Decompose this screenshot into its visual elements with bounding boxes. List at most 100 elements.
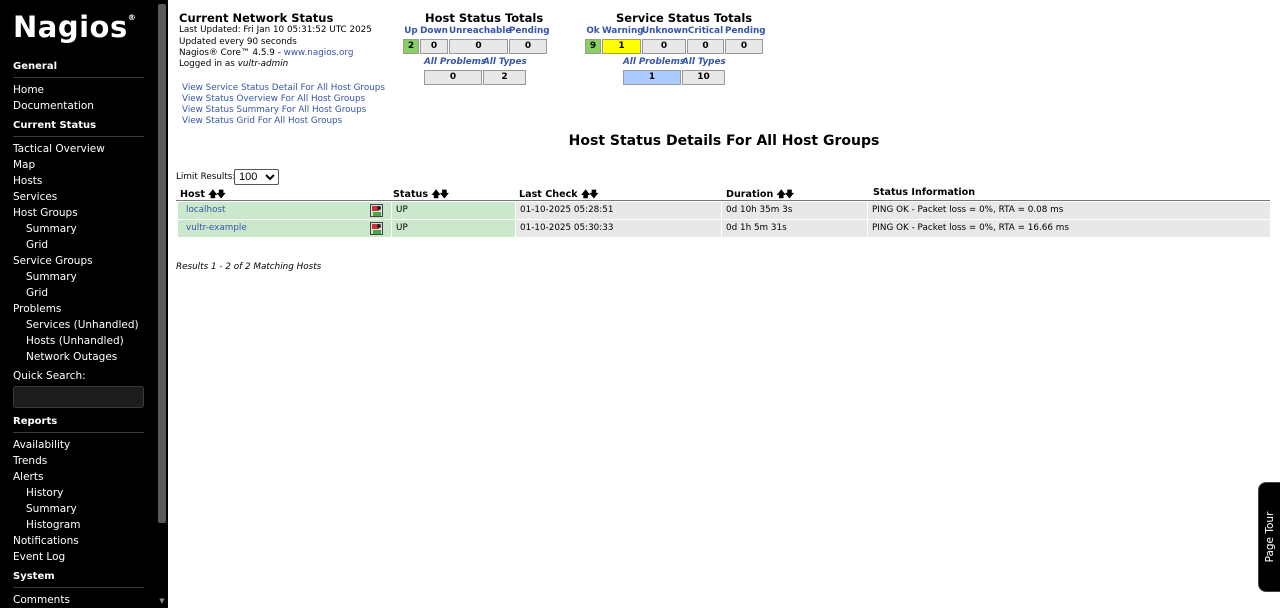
nav-map[interactable]: Map xyxy=(13,159,35,171)
nav-service-groups[interactable]: Service Groups xyxy=(13,255,93,267)
username: vultr-admin xyxy=(237,59,289,69)
host-link[interactable]: vultr-example xyxy=(186,223,247,233)
svc-count-pending[interactable]: 0 xyxy=(725,39,763,54)
svc-count-all-types[interactable]: 10 xyxy=(682,70,725,85)
last-check-cell: 01-10-2025 05:30:33 xyxy=(516,220,721,237)
core-version: Nagios® Core™ 4.5.9 - www.nagios.org xyxy=(179,48,354,58)
nav-comments[interactable]: Comments xyxy=(13,594,70,606)
link-service-detail[interactable]: View Service Status Detail For All Host … xyxy=(182,83,385,93)
scroll-down-arrow-icon[interactable]: ▼ xyxy=(158,597,166,605)
svc-th-critical[interactable]: Critical xyxy=(687,26,724,36)
quick-search-label: Quick Search: xyxy=(13,370,86,382)
update-interval: Updated every 90 seconds xyxy=(179,37,297,47)
duration-cell: 0d 10h 35m 3s xyxy=(722,202,867,219)
sidebar-scrollbar[interactable] xyxy=(158,4,166,523)
nav-alerts-history[interactable]: History xyxy=(26,487,63,499)
host-graph-icon[interactable] xyxy=(370,222,383,235)
host-count-all-problems[interactable]: 0 xyxy=(424,70,482,85)
nav-tactical-overview[interactable]: Tactical Overview xyxy=(13,143,105,155)
host-count-down[interactable]: 0 xyxy=(420,39,448,54)
nav-services-unhandled[interactable]: Services (Unhandled) xyxy=(26,319,139,331)
svc-count-all-problems[interactable]: 1 xyxy=(623,70,681,85)
quick-search-input[interactable] xyxy=(13,386,144,408)
host-th-down[interactable]: Down xyxy=(420,26,448,36)
nav-notifications[interactable]: Notifications xyxy=(13,535,79,547)
host-count-up[interactable]: 2 xyxy=(403,39,419,54)
host-details-title: Host Status Details For All Host Groups xyxy=(568,133,880,149)
nav-alerts[interactable]: Alerts xyxy=(13,471,43,483)
nav-event-log[interactable]: Event Log xyxy=(13,551,65,563)
host-th-up[interactable]: Up xyxy=(403,26,419,36)
svc-th-unknown[interactable]: Unknown xyxy=(642,26,688,36)
nav-alerts-histogram[interactable]: Histogram xyxy=(26,519,80,531)
limit-results-label: Limit Results: xyxy=(176,172,236,182)
nav-service-groups-summary[interactable]: Summary xyxy=(26,271,77,283)
status-info-cell: PING OK - Packet loss = 0%, RTA = 16.66 … xyxy=(868,220,1270,237)
nav-network-outages[interactable]: Network Outages xyxy=(26,351,117,363)
page-tour-button[interactable]: Page Tour xyxy=(1258,482,1280,592)
svc-th-ok[interactable]: Ok xyxy=(585,26,601,36)
sidebar: Nagios® General Home Documentation Curre… xyxy=(0,0,168,608)
last-updated: Last Updated: Fri Jan 10 05:31:52 UTC 20… xyxy=(179,25,372,35)
nav-documentation[interactable]: Documentation xyxy=(13,100,94,112)
nav-availability[interactable]: Availability xyxy=(13,439,70,451)
host-th-pending[interactable]: Pending xyxy=(509,26,550,36)
section-system: System xyxy=(13,571,144,588)
duration-cell: 0d 1h 5m 31s xyxy=(722,220,867,237)
svc-th-all-types[interactable]: All Types xyxy=(682,57,726,67)
host-th-all-types[interactable]: All Types xyxy=(483,57,527,67)
host-th-all-problems[interactable]: All Problems xyxy=(424,57,486,67)
link-status-grid[interactable]: View Status Grid For All Host Groups xyxy=(182,116,342,126)
nav-service-groups-grid[interactable]: Grid xyxy=(26,287,48,299)
host-link[interactable]: localhost xyxy=(186,205,226,215)
host-cell: localhost xyxy=(178,202,391,219)
nagios-org-link[interactable]: www.nagios.org xyxy=(284,48,354,58)
sort-duration-icon[interactable]: 🡅🡇 xyxy=(777,190,794,200)
page-title: Current Network Status xyxy=(179,11,334,25)
svc-th-warning[interactable]: Warning xyxy=(602,26,644,36)
nav-host-groups[interactable]: Host Groups xyxy=(13,207,78,219)
header-divider xyxy=(176,200,1270,201)
sort-host-icon[interactable]: 🡅🡇 xyxy=(208,190,225,200)
nav-hosts-unhandled[interactable]: Hosts (Unhandled) xyxy=(26,335,124,347)
sort-last-check-icon[interactable]: 🡅🡇 xyxy=(581,190,598,200)
sort-status-icon[interactable]: 🡅🡇 xyxy=(431,190,448,200)
nav-host-groups-summary[interactable]: Summary xyxy=(26,223,77,235)
link-status-overview[interactable]: View Status Overview For All Host Groups xyxy=(182,94,365,104)
svc-count-unknown[interactable]: 0 xyxy=(642,39,686,54)
nav-services[interactable]: Services xyxy=(13,191,57,203)
svc-count-critical[interactable]: 0 xyxy=(687,39,724,54)
main-content: Current Network Status Last Updated: Fri… xyxy=(168,0,1280,608)
nav-trends[interactable]: Trends xyxy=(13,455,47,467)
host-count-all-types[interactable]: 2 xyxy=(483,70,526,85)
nav-alerts-summary[interactable]: Summary xyxy=(26,503,77,515)
results-summary: Results 1 - 2 of 2 Matching Hosts xyxy=(176,262,322,272)
host-cell: vultr-example xyxy=(178,220,391,237)
logged-in-as: Logged in as vultr-admin xyxy=(179,59,289,69)
section-general: General xyxy=(13,61,144,78)
host-count-pending[interactable]: 0 xyxy=(509,39,547,54)
nav-problems[interactable]: Problems xyxy=(13,303,61,315)
status-cell: UP xyxy=(392,202,515,219)
section-current-status: Current Status xyxy=(13,120,144,137)
svc-th-pending[interactable]: Pending xyxy=(725,26,766,36)
host-count-unreachable[interactable]: 0 xyxy=(449,39,508,54)
link-status-summary[interactable]: View Status Summary For All Host Groups xyxy=(182,105,366,115)
section-reports: Reports xyxy=(13,416,144,433)
nav-host-groups-grid[interactable]: Grid xyxy=(26,239,48,251)
last-check-cell: 01-10-2025 05:28:51 xyxy=(516,202,721,219)
host-th-unreachable[interactable]: Unreachable xyxy=(449,26,511,36)
service-totals-title: Service Status Totals xyxy=(616,11,753,25)
status-cell: UP xyxy=(392,220,515,237)
nav-home[interactable]: Home xyxy=(13,84,44,96)
host-totals-title: Host Status Totals xyxy=(425,11,544,25)
nagios-logo[interactable]: Nagios® xyxy=(13,10,136,44)
nav-hosts[interactable]: Hosts xyxy=(13,175,42,187)
svc-count-warning[interactable]: 1 xyxy=(602,39,641,54)
status-info-cell: PING OK - Packet loss = 0%, RTA = 0.08 m… xyxy=(868,202,1270,219)
svc-th-all-problems[interactable]: All Problems xyxy=(623,57,685,67)
limit-results-select[interactable]: 100 xyxy=(234,169,279,185)
table-row: localhost UP 01-10-2025 05:28:51 0d 10h … xyxy=(176,202,1270,219)
host-graph-icon[interactable] xyxy=(370,204,383,217)
svc-count-ok[interactable]: 9 xyxy=(585,39,601,54)
